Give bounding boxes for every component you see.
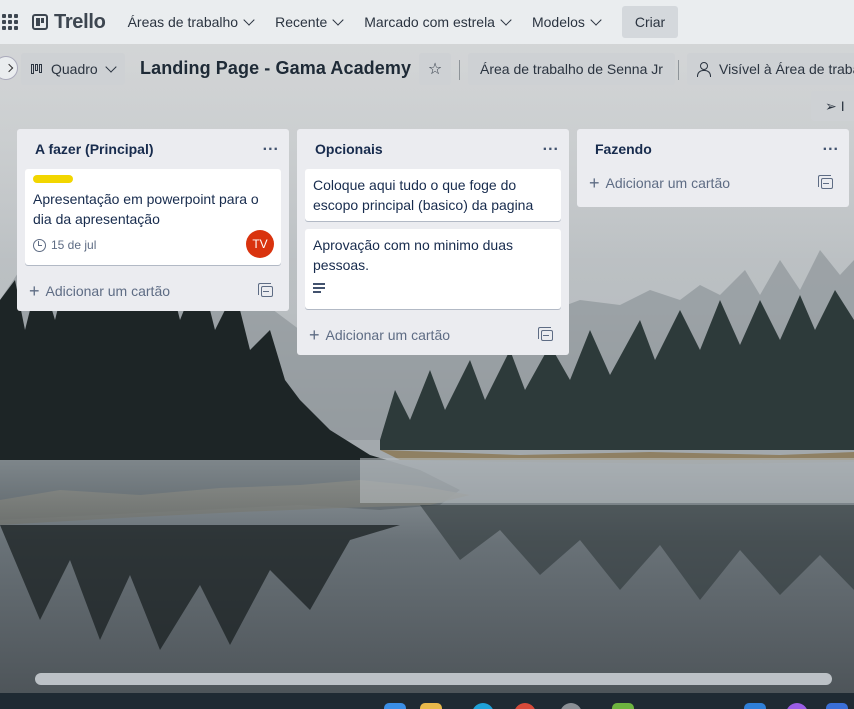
template-icon[interactable]: [538, 326, 553, 341]
chevron-down-icon: [590, 14, 602, 26]
app-icon[interactable]: [612, 703, 634, 709]
list-header[interactable]: Fazendo ...: [585, 129, 841, 169]
logo-text: Trello: [54, 10, 106, 33]
add-card-button[interactable]: + Adicionar um cartão: [305, 317, 561, 353]
create-button[interactable]: Criar: [621, 6, 679, 38]
add-card-label: Adicionar um cartão: [325, 327, 451, 343]
list-doing: Fazendo ... + Adicionar um cartão: [577, 129, 849, 207]
send-icon: ➢: [825, 97, 837, 114]
board-icon: [31, 64, 45, 74]
chevron-down-icon: [332, 14, 344, 26]
list-optional: Opcionais ... Coloque aqui tudo o que fo…: [297, 129, 569, 355]
list-title[interactable]: A fazer (Principal): [35, 141, 154, 157]
card-due-date[interactable]: 15 de jul: [33, 235, 273, 255]
os-taskbar: [0, 693, 854, 709]
list-title[interactable]: Fazendo: [595, 141, 652, 157]
nav-recent[interactable]: Recente: [275, 14, 344, 30]
description-icon: [313, 283, 325, 293]
nav-templates-label: Modelos: [531, 14, 585, 30]
add-card-left: + Adicionar um cartão: [589, 174, 730, 192]
add-card-label: Adicionar um cartão: [45, 283, 171, 299]
plus-icon: +: [589, 173, 600, 193]
nav-starred-label: Marcado com estrela: [364, 14, 495, 30]
people-icon: [697, 62, 711, 77]
visibility-button[interactable]: Visível à Área de traba: [687, 53, 854, 85]
horizontal-scrollbar[interactable]: [35, 673, 832, 685]
folder-icon[interactable]: [420, 703, 442, 709]
edge-icon[interactable]: [472, 703, 494, 709]
card-title: Apresentação em powerpoint para o dia da…: [33, 191, 259, 227]
chevron-right-icon: [4, 63, 14, 73]
list-header[interactable]: Opcionais ...: [305, 129, 561, 169]
visibility-label: Visível à Área de traba: [719, 61, 854, 77]
add-card-button[interactable]: + Adicionar um cartão: [25, 273, 281, 309]
divider: [678, 60, 679, 80]
top-header: Trello Áreas de trabalho Recente Marcado…: [0, 0, 854, 44]
workspace-button[interactable]: Área de trabalho de Senna Jr: [468, 53, 675, 85]
add-card-button[interactable]: + Adicionar um cartão: [585, 165, 841, 201]
star-board-button[interactable]: ☆: [419, 53, 451, 85]
card[interactable]: Aprovação com no minimo duas pessoas.: [305, 229, 561, 309]
nav-workspaces[interactable]: Áreas de trabalho: [127, 14, 255, 30]
chevron-down-icon: [105, 61, 117, 73]
list-menu-icon[interactable]: ...: [543, 137, 559, 155]
card-title: Aprovação com no minimo duas pessoas.: [313, 237, 513, 273]
nav-templates[interactable]: Modelos: [531, 14, 602, 30]
star-icon: ☆: [427, 61, 443, 78]
trello-logo[interactable]: Trello: [32, 11, 106, 34]
chevron-down-icon: [500, 14, 512, 26]
list-menu-icon[interactable]: ...: [263, 137, 279, 155]
app-icon[interactable]: [560, 703, 582, 709]
chrome-icon[interactable]: [514, 703, 536, 709]
add-card-left: + Adicionar um cartão: [309, 326, 450, 344]
list-title[interactable]: Opcionais: [315, 141, 383, 157]
member-avatar[interactable]: TV: [246, 230, 274, 258]
card-title: Coloque aqui tudo o que foge do escopo p…: [313, 177, 534, 213]
clock-icon: [33, 238, 46, 252]
nav-starred[interactable]: Marcado com estrela: [364, 14, 512, 30]
card-label-yellow[interactable]: [33, 175, 73, 183]
view-label: Quadro: [51, 61, 98, 77]
nav-recent-label: Recente: [275, 14, 328, 30]
board-header: Quadro Landing Page - Gama Academy ☆ Áre…: [0, 52, 854, 86]
apps-grid-icon[interactable]: [2, 14, 18, 30]
divider: [459, 60, 460, 80]
chevron-down-icon: [243, 14, 255, 26]
share-label: I: [840, 98, 845, 114]
template-icon[interactable]: [818, 174, 833, 189]
card[interactable]: Coloque aqui tudo o que foge do escopo p…: [305, 169, 561, 221]
app-icon[interactable]: [744, 703, 766, 709]
app-icon[interactable]: [826, 703, 848, 709]
board-view-switcher[interactable]: Quadro: [21, 53, 125, 85]
card[interactable]: Apresentação em powerpoint para o dia da…: [25, 169, 281, 265]
share-button[interactable]: ➢ I: [811, 91, 854, 121]
trello-logo-icon: [32, 14, 48, 30]
board-title[interactable]: Landing Page - Gama Academy: [140, 58, 411, 79]
expand-sidebar-button[interactable]: [0, 56, 18, 80]
due-date-text: 15 de jul: [51, 238, 97, 252]
start-icon[interactable]: [384, 703, 406, 709]
list-menu-icon[interactable]: ...: [823, 137, 839, 155]
plus-icon: +: [29, 281, 40, 301]
template-icon[interactable]: [258, 282, 273, 297]
nav-workspaces-label: Áreas de trabalho: [127, 14, 239, 30]
list-todo: A fazer (Principal) ... Apresentação em …: [17, 129, 289, 311]
list-header[interactable]: A fazer (Principal) ...: [25, 129, 281, 169]
add-card-label: Adicionar um cartão: [605, 175, 731, 191]
add-card-left: + Adicionar um cartão: [29, 282, 170, 300]
app-icon[interactable]: [786, 703, 808, 709]
plus-icon: +: [309, 325, 320, 345]
